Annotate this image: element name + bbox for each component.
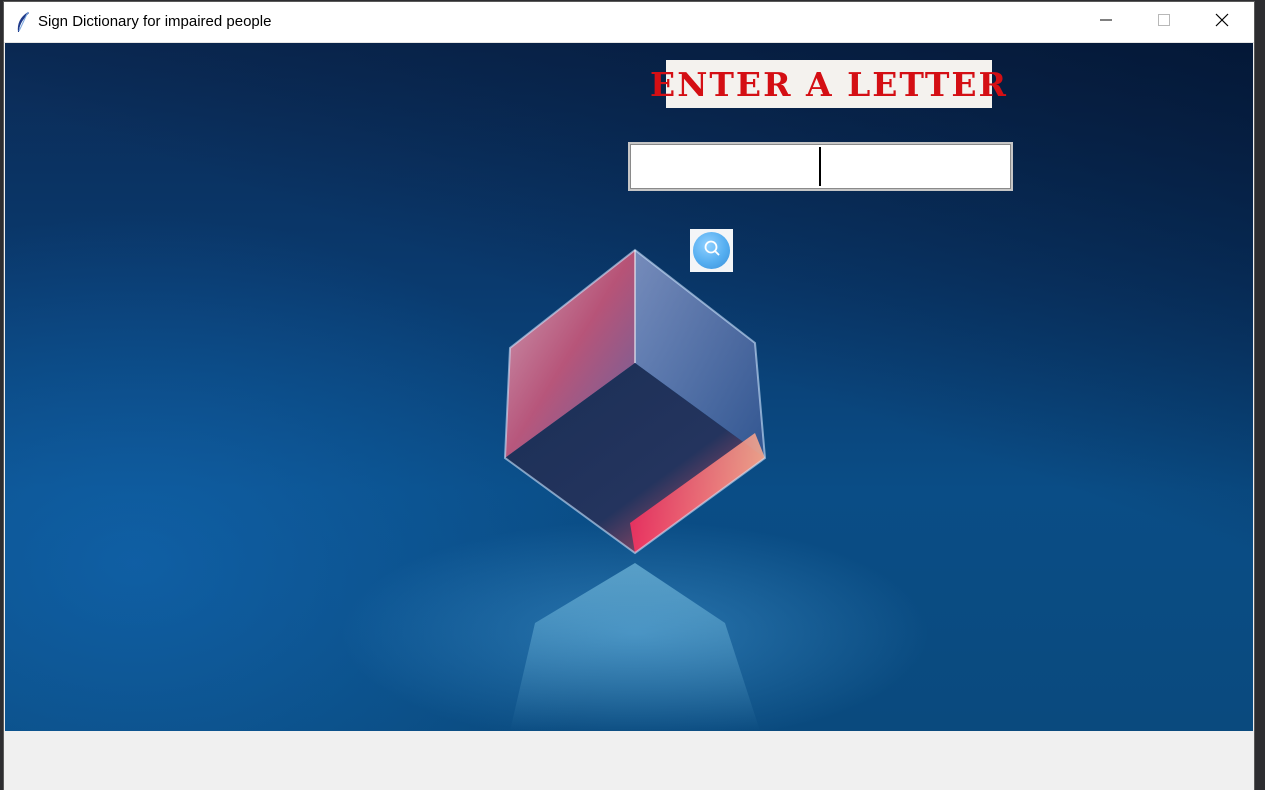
window-title: Sign Dictionary for impaired people — [38, 13, 272, 30]
close-button[interactable] — [1193, 2, 1251, 42]
minimize-icon — [1100, 13, 1112, 31]
maximize-button[interactable] — [1135, 2, 1193, 42]
glass-cube-image — [503, 248, 767, 555]
close-icon — [1215, 13, 1229, 32]
cube-reflection — [510, 563, 760, 731]
window-footer-area — [4, 731, 1254, 790]
search-icon — [702, 238, 722, 263]
enter-letter-heading: ENTER A LETTER — [650, 60, 1006, 108]
app-window: Sign Dictionary for impaired people ENTE… — [4, 2, 1254, 790]
search-button[interactable] — [690, 229, 733, 272]
heading-text: ENTER A LETTER — [650, 64, 1008, 104]
minimize-button[interactable] — [1077, 2, 1135, 42]
title-bar[interactable]: Sign Dictionary for impaired people — [4, 2, 1254, 43]
background-canvas: ENTER A LETTER — [5, 43, 1253, 731]
search-button-circle — [693, 232, 730, 269]
feather-icon — [14, 11, 34, 33]
text-cursor — [819, 147, 821, 186]
maximize-icon — [1158, 13, 1170, 31]
